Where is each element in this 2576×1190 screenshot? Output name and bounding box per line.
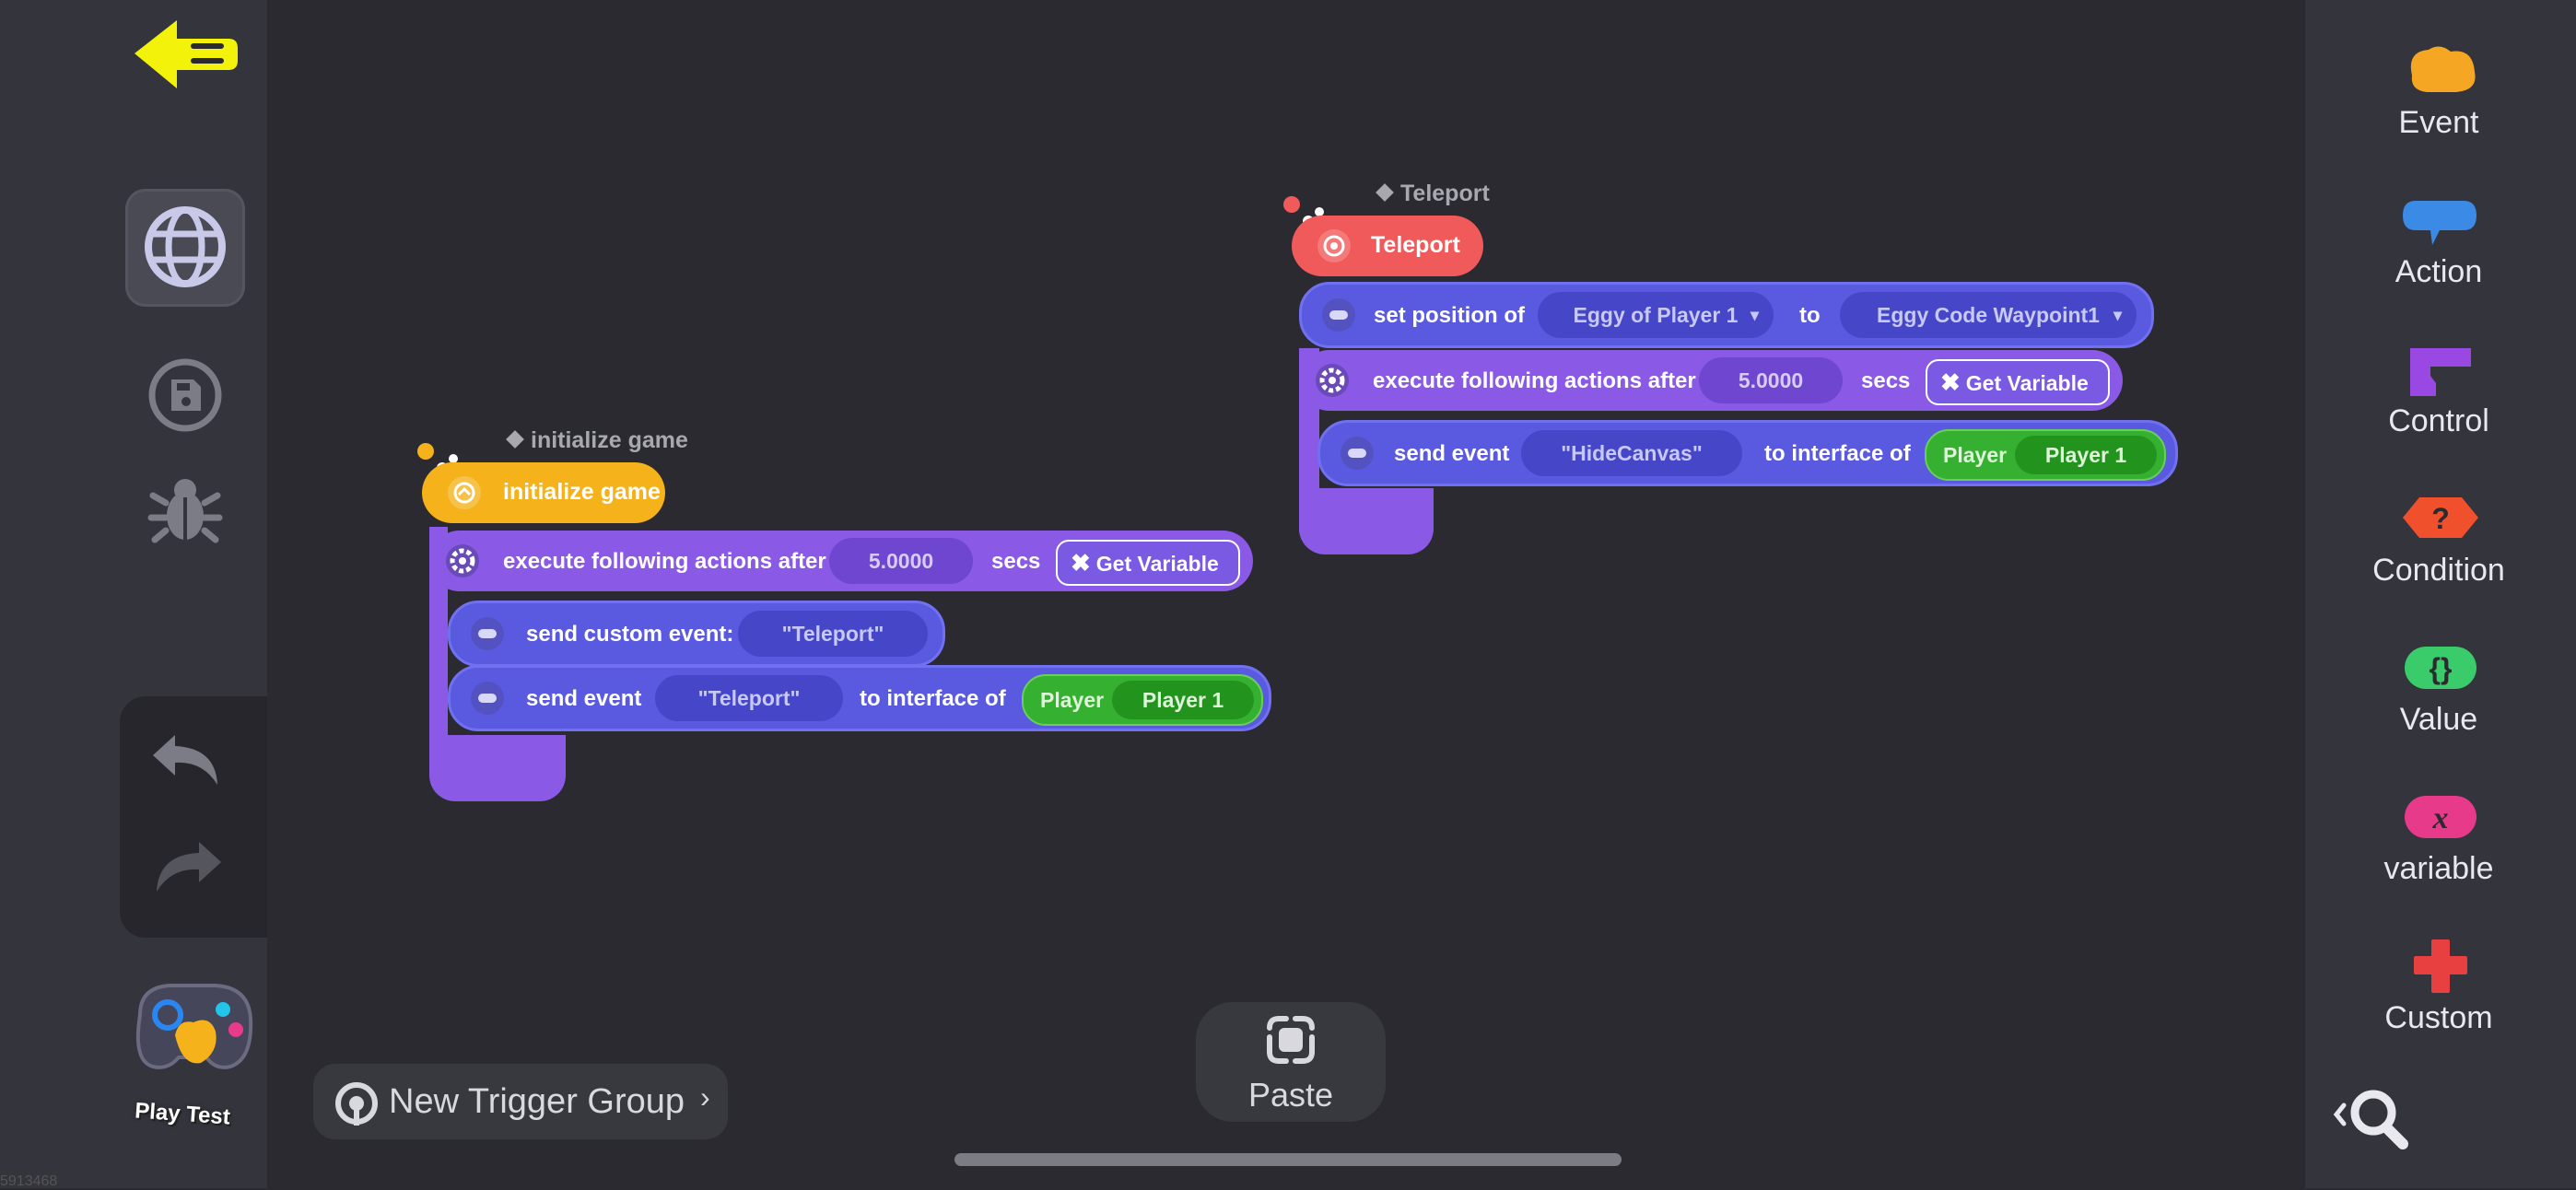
block-group-2-title: Teleport bbox=[1376, 181, 1490, 207]
execute-after-block[interactable]: execute following actions after 5.0000 s… bbox=[429, 531, 1253, 591]
category-action[interactable]: Action bbox=[2305, 190, 2576, 328]
category-variable[interactable]: x variable bbox=[2305, 787, 2576, 925]
value-braces-icon: {} bbox=[2405, 647, 2476, 689]
gear-icon bbox=[1316, 364, 1349, 397]
event-hat-initialize-game[interactable]: initialize game bbox=[422, 462, 665, 523]
send-custom-event-block[interactable]: send custom event: "Teleport" bbox=[448, 601, 945, 667]
variable-x-icon: ✖ bbox=[1071, 549, 1091, 577]
variable-x-icon: ✖ bbox=[1940, 368, 1961, 396]
diamond-icon bbox=[1376, 183, 1394, 202]
trigger-group-icon bbox=[335, 1082, 378, 1126]
event-blob-icon bbox=[2410, 46, 2476, 92]
event-hat-icon bbox=[1317, 229, 1351, 262]
chevron-right-icon: › bbox=[700, 1080, 710, 1114]
hat-label: Teleport bbox=[1371, 232, 1460, 258]
get-variable-button[interactable]: ✖ Get Variable bbox=[1056, 540, 1240, 586]
set-position-text: set position of bbox=[1374, 303, 1525, 328]
category-condition[interactable]: ? Condition bbox=[2305, 488, 2576, 626]
container-footer bbox=[1299, 488, 1434, 554]
execute-after-block[interactable]: execute following actions after 5.0000 s… bbox=[1299, 350, 2123, 411]
trigger-group-label: New Trigger Group bbox=[389, 1082, 685, 1121]
category-event[interactable]: Event bbox=[2305, 41, 2576, 179]
category-event-label: Event bbox=[2398, 105, 2479, 140]
hat-label: initialize game bbox=[503, 479, 661, 505]
player-value-dropdown[interactable]: Player 1 bbox=[1112, 681, 1254, 719]
get-variable-button[interactable]: ✖ Get Variable bbox=[1926, 359, 2110, 405]
block-group-1-title: initialize game bbox=[506, 427, 688, 454]
player-value-dropdown[interactable]: Player 1 bbox=[2015, 436, 2157, 474]
paste-label: Paste bbox=[1247, 1076, 1334, 1114]
action-bubble-icon bbox=[2403, 201, 2476, 245]
redo-icon[interactable] bbox=[147, 836, 227, 901]
custom-event-name-input[interactable]: "Teleport" bbox=[738, 611, 928, 657]
svg-text:x: x bbox=[2432, 801, 2449, 835]
paste-icon bbox=[1267, 1016, 1315, 1064]
execute-after-text: execute following actions after bbox=[1373, 368, 1696, 393]
send-event-block[interactable]: send event "Teleport" to interface of Pl… bbox=[448, 665, 1271, 731]
category-variable-label: variable bbox=[2383, 851, 2494, 886]
send-event-text: send event bbox=[526, 686, 642, 711]
send-event-text: send event bbox=[1394, 441, 1510, 466]
action-icon bbox=[1322, 298, 1355, 332]
action-icon bbox=[471, 617, 504, 650]
send-event-block[interactable]: send event "HideCanvas" to interface of … bbox=[1317, 420, 2178, 486]
category-control-label: Control bbox=[2388, 403, 2489, 438]
gamepad-icon bbox=[135, 984, 253, 1069]
category-value-label: Value bbox=[2399, 702, 2478, 737]
waypoint-dropdown[interactable]: Eggy Code Waypoint1 bbox=[1840, 292, 2137, 338]
svg-text:{}: {} bbox=[2430, 652, 2453, 685]
undo-icon[interactable] bbox=[147, 729, 227, 794]
event-name-input[interactable]: "HideCanvas" bbox=[1521, 430, 1742, 476]
home-indicator bbox=[954, 1153, 1622, 1166]
diamond-icon bbox=[506, 430, 524, 449]
action-icon bbox=[471, 682, 504, 715]
event-hat-icon bbox=[448, 476, 481, 509]
action-icon bbox=[1341, 437, 1374, 470]
container-footer bbox=[429, 735, 566, 801]
player-label: Player bbox=[1040, 688, 1105, 712]
play-test-button[interactable]: Play Test bbox=[127, 978, 267, 1135]
send-custom-event-text: send custom event: bbox=[526, 622, 734, 647]
to-interface-text: to interface of bbox=[1764, 441, 1911, 466]
category-value[interactable]: {} Value bbox=[2305, 637, 2576, 776]
delay-value-input[interactable]: 5.0000 bbox=[1699, 357, 1843, 403]
event-name-input[interactable]: "Teleport" bbox=[655, 675, 843, 721]
new-trigger-group-button[interactable]: New Trigger Group › bbox=[313, 1064, 728, 1139]
to-interface-text: to interface of bbox=[860, 686, 1006, 711]
player-selector[interactable]: Player Player 1 bbox=[1022, 674, 1263, 726]
secs-text: secs bbox=[991, 549, 1041, 574]
variable-x-icon: x bbox=[2405, 796, 2476, 838]
player-selector[interactable]: Player Player 1 bbox=[1925, 429, 2166, 481]
category-custom-label: Custom bbox=[2384, 1000, 2493, 1035]
zoom-search-button[interactable] bbox=[2331, 1087, 2423, 1151]
bug-icon[interactable] bbox=[146, 470, 225, 549]
back-arrow-icon[interactable] bbox=[129, 17, 240, 96]
svg-text:?: ? bbox=[2431, 502, 2450, 535]
control-bracket-icon bbox=[2410, 348, 2471, 396]
delay-value-input[interactable]: 5.0000 bbox=[829, 538, 973, 584]
play-test-label: Play Test bbox=[134, 1098, 231, 1130]
category-action-label: Action bbox=[2395, 254, 2483, 289]
save-icon[interactable] bbox=[147, 357, 223, 433]
gear-icon bbox=[446, 544, 479, 578]
build-id-text: 5913468 bbox=[0, 1173, 58, 1189]
set-position-block[interactable]: set position of Eggy of Player 1 to Eggy… bbox=[1299, 282, 2154, 348]
paste-button[interactable]: Paste bbox=[1196, 1002, 1386, 1122]
target-object-dropdown[interactable]: Eggy of Player 1 bbox=[1538, 292, 1774, 338]
secs-text: secs bbox=[1861, 368, 1911, 393]
condition-question-icon: ? bbox=[2403, 497, 2478, 538]
category-control[interactable]: Control bbox=[2305, 339, 2576, 477]
event-hat-teleport[interactable]: Teleport bbox=[1292, 216, 1483, 276]
globe-icon bbox=[145, 206, 226, 287]
zoom-search-icon bbox=[2333, 1090, 2408, 1149]
to-text: to bbox=[1799, 303, 1821, 328]
category-condition-label: Condition bbox=[2372, 553, 2505, 588]
player-label: Player bbox=[1943, 443, 2008, 467]
custom-plus-icon bbox=[2414, 939, 2467, 993]
globe-button[interactable] bbox=[125, 189, 245, 307]
category-custom[interactable]: Custom bbox=[2305, 936, 2576, 1074]
execute-after-text: execute following actions after bbox=[503, 549, 826, 574]
